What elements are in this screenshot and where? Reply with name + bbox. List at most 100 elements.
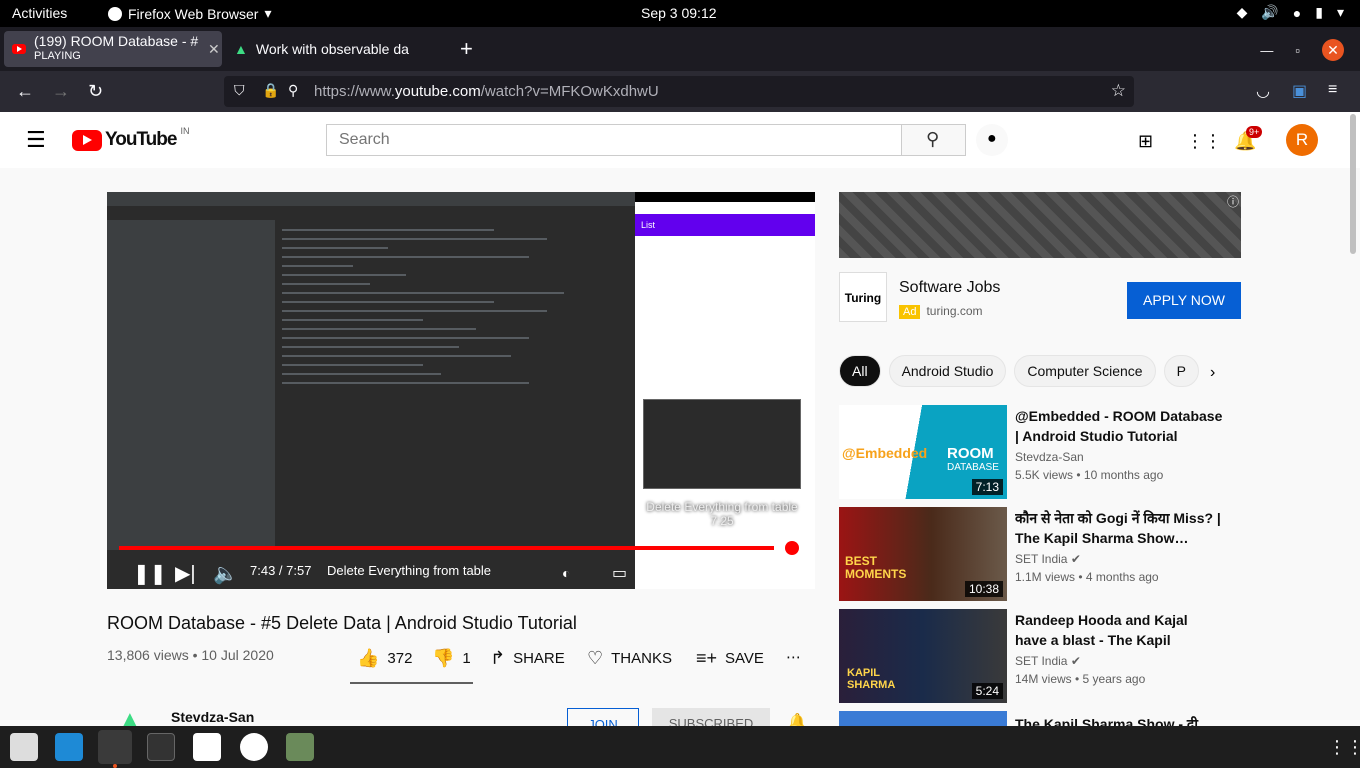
chip-computer-science[interactable]: Computer Science — [1014, 355, 1156, 387]
vscode-app-icon[interactable] — [55, 733, 83, 761]
list-item[interactable]: @Embedded ROOM DATABASE 7:13 @Embedded -… — [839, 405, 1239, 499]
permissions-icon[interactable]: ⚲ — [288, 82, 298, 99]
lock-icon[interactable]: 🔒 — [262, 82, 279, 99]
back-icon[interactable]: ← — [16, 81, 34, 102]
theater-mode-icon[interactable]: ▭ — [732, 561, 749, 582]
apply-now-button[interactable]: APPLY NOW — [1127, 282, 1241, 319]
ad-banner-image[interactable]: ⓘ — [839, 192, 1241, 258]
channel-name[interactable]: Stevdza-San — [171, 709, 254, 725]
progress-bar[interactable] — [119, 541, 799, 555]
android-studio-app-icon[interactable] — [193, 733, 221, 761]
ad-card[interactable]: Turing Software Jobs Ad turing.com APPLY … — [839, 272, 1241, 324]
fullscreen-icon[interactable]: ⛶ — [773, 561, 787, 584]
forward-icon[interactable]: → — [52, 81, 70, 102]
rec-channel: SET India ✔ — [1015, 552, 1081, 566]
app-menu-label: Firefox Web Browser — [128, 5, 259, 22]
firefox-icon — [108, 6, 122, 21]
bookmark-star-icon[interactable]: ☆ — [1111, 81, 1126, 101]
pocket-icon[interactable]: ◡ — [1256, 81, 1270, 101]
system-tray[interactable]: ◆ 🔊 ● ▮ ▾ — [1237, 4, 1344, 21]
subtitles-icon[interactable]: ▭ — [612, 563, 627, 583]
share-button[interactable]: ↱ SHARE — [490, 648, 565, 669]
autoplay-toggle-icon[interactable]: ◐ — [562, 565, 570, 581]
settings-gear-icon[interactable]: ⚙ — [652, 561, 670, 586]
tab-observable[interactable]: ▲ Work with observable da — [234, 31, 452, 67]
trash-app-icon[interactable] — [286, 733, 314, 761]
voice-search-button[interactable]: ● — [976, 124, 1008, 156]
activities-button[interactable]: Activities — [12, 5, 67, 21]
list-item[interactable]: The Kapil Sharma Show - दी — [839, 711, 1239, 726]
close-window-icon[interactable]: ✕ — [1322, 39, 1344, 61]
create-video-icon[interactable]: ⊞ — [1138, 131, 1153, 152]
avatar[interactable]: R — [1286, 124, 1318, 156]
pause-icon[interactable]: ❚❚ — [133, 561, 167, 586]
apps-grid-icon[interactable]: ⋮⋮ — [1186, 131, 1222, 152]
firefox-app-icon[interactable] — [98, 730, 132, 764]
chip-android-studio[interactable]: Android Studio — [888, 355, 1007, 387]
system-top-bar: Activities Firefox Web Browser ▾ Sep 3 0… — [0, 0, 1360, 27]
thanks-button[interactable]: ♡ THANKS — [587, 648, 672, 669]
page-scrollbar[interactable] — [1350, 114, 1356, 254]
ad-tag: Ad — [899, 305, 921, 319]
video-frame-code — [282, 222, 635, 569]
chip-truncated[interactable]: P — [1163, 355, 1199, 387]
new-tab-icon[interactable]: + — [460, 36, 473, 62]
list-item[interactable]: KAPIL SHARMA 5:24 Randeep Hooda and Kaja… — [839, 609, 1239, 703]
show-apps-grid-icon[interactable]: ⋮⋮ — [1328, 737, 1360, 758]
running-indicator — [113, 764, 117, 768]
youtube-favicon-icon — [12, 44, 26, 54]
scrubber-handle[interactable] — [785, 541, 799, 555]
genymotion-app-icon[interactable] — [240, 733, 268, 761]
chevron-right-icon[interactable]: › — [1210, 364, 1215, 382]
volume-icon: 🔊 — [1261, 4, 1279, 20]
app-menu[interactable]: Firefox Web Browser ▾ — [108, 5, 271, 22]
minimize-icon[interactable]: — — [1260, 43, 1273, 58]
reload-icon[interactable]: ↻ — [88, 81, 103, 102]
next-icon[interactable]: ▶| — [175, 561, 196, 586]
terminal-app-icon[interactable] — [147, 733, 175, 761]
video-thumbnail: @Embedded ROOM DATABASE 7:13 — [839, 405, 1007, 499]
battery-icon: ▮ — [1315, 4, 1323, 20]
like-ratio-bar — [350, 682, 473, 684]
rec-title: कौन से नेता को Gogi नें किया Miss? | The… — [1015, 510, 1221, 546]
files-app-icon[interactable] — [10, 733, 38, 761]
like-button[interactable]: 👍 372 — [357, 648, 412, 669]
region-label: IN — [180, 126, 190, 136]
clock[interactable]: Sep 3 09:12 — [641, 5, 717, 21]
taskbar: ⋮⋮ — [0, 726, 1360, 768]
more-actions-icon[interactable]: ⋯ — [786, 648, 801, 666]
like-count: 372 — [387, 650, 413, 667]
youtube-header: ☰ YouTube IN Search ⚲ ● ⊞ ⋮⋮ 🔔 9+ R — [0, 112, 1360, 168]
close-tab-icon[interactable]: ✕ — [208, 41, 220, 58]
list-item[interactable]: BEST MOMENTS 10:38 कौन से नेता को Gogi न… — [839, 507, 1239, 601]
save-extension-icon[interactable]: ▣ — [1292, 81, 1307, 101]
youtube-logo[interactable]: YouTube IN — [72, 126, 190, 151]
video-frame-project-tree — [107, 220, 275, 550]
tab-strip: (199) ROOM Database - # PLAYING ✕ ▲ Work… — [0, 27, 1360, 71]
shield-icon[interactable]: ⛉ — [234, 82, 245, 99]
navigation-toolbar: ← → ↻ ⛉ 🔒 ⚲ https://www.youtube.com/watc… — [0, 71, 1360, 112]
chip-all[interactable]: All — [839, 355, 881, 387]
thumb-text: @Embedded — [842, 445, 928, 461]
menu-icon[interactable]: ≡ — [1328, 81, 1337, 99]
hamburger-menu-icon[interactable]: ☰ — [26, 127, 46, 153]
volume-icon[interactable]: 🔈 — [213, 561, 238, 586]
rec-channel-name: SET India — [1015, 654, 1068, 668]
search-button[interactable]: ⚲ — [901, 124, 966, 156]
dislike-button[interactable]: 👎 1 — [432, 648, 471, 669]
ad-info-icon[interactable]: ⓘ — [1227, 193, 1239, 210]
chapter-title[interactable]: Delete Everything from table — [327, 563, 491, 578]
search-input[interactable]: Search — [326, 124, 902, 156]
tab-youtube[interactable]: (199) ROOM Database - # PLAYING ✕ — [4, 31, 222, 67]
url-text: https://www.youtube.com/watch?v=MFKOwKxd… — [314, 83, 659, 100]
video-player[interactable]: List Delete Everything from table 7:25 ❚… — [107, 192, 815, 589]
rec-title: Randeep Hooda and Kajal have a blast - T… — [1015, 612, 1188, 648]
filter-chips: All Android Studio Computer Science P — [839, 355, 1229, 387]
save-button[interactable]: ≡+ SAVE — [696, 648, 764, 669]
miniplayer-icon[interactable]: ▣ — [692, 563, 707, 583]
notification-badge: 9+ — [1246, 126, 1263, 138]
address-bar[interactable]: ⛉ 🔒 ⚲ https://www.youtube.com/watch?v=MF… — [224, 76, 1134, 107]
thumb-badge: ROOM — [947, 445, 994, 462]
duration-badge: 7:13 — [971, 479, 1003, 495]
maximize-icon[interactable]: ▫ — [1295, 43, 1300, 58]
